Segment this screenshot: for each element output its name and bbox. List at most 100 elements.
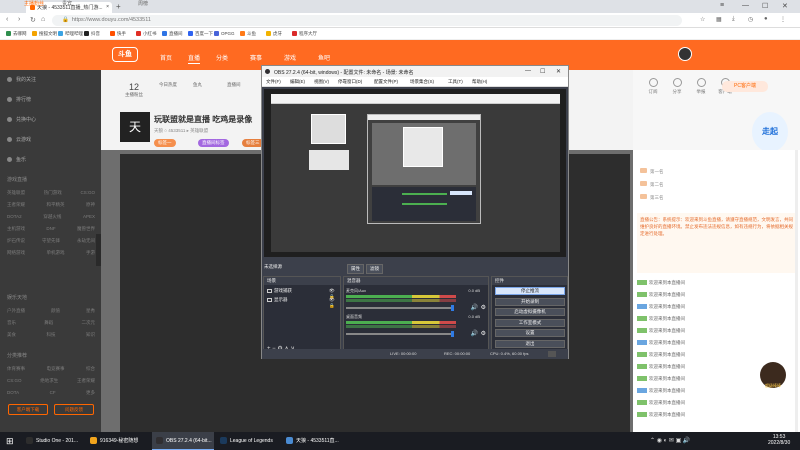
bookmark-item[interactable]: 小红书	[136, 31, 157, 37]
obs-menu-item[interactable]: 帮助(H)	[472, 79, 487, 85]
streamer-avatar[interactable]: 天	[120, 112, 150, 142]
back-button[interactable]: ‹	[6, 16, 8, 23]
bookmark-item[interactable]: 快手	[110, 31, 126, 37]
category-link[interactable]: APEX	[83, 214, 95, 220]
rank-item[interactable]: 第二名	[640, 181, 664, 188]
category-link[interactable]: 原神	[86, 202, 95, 208]
chat-tab[interactable]: 周榜	[138, 0, 148, 7]
nav-live[interactable]: 直播	[188, 53, 201, 64]
category-link[interactable]: DOTA2	[7, 214, 22, 220]
gift-character[interactable]: 超级棒棒	[760, 362, 786, 388]
category-link[interactable]: 科技	[47, 332, 56, 338]
bookmark-item[interactable]: 百度一下	[188, 31, 213, 37]
action-icon-button[interactable]: 订阅	[643, 78, 663, 95]
obs-control-button[interactable]: 设置	[495, 329, 565, 337]
category-link[interactable]: 综合	[86, 366, 95, 372]
speaker-icon[interactable]: 🔊	[471, 304, 478, 311]
category-link[interactable]: 炉石传说	[7, 238, 25, 244]
category-link[interactable]: 美食	[7, 332, 16, 338]
category-link[interactable]: 王者荣耀	[7, 202, 25, 208]
category-link[interactable]: 守望先锋	[42, 238, 60, 244]
category-link[interactable]: CF	[50, 390, 56, 396]
maximize-button[interactable]: ☐	[762, 2, 768, 10]
category-link[interactable]: 电竞赛事	[47, 366, 65, 372]
obs-menu-item[interactable]: 配置文件(P)	[374, 79, 398, 85]
obs-minimize-button[interactable]: —	[525, 68, 531, 74]
profile-icon[interactable]: ●	[764, 16, 768, 22]
visibility-eye-icon[interactable]: 👁🔒	[329, 297, 340, 309]
obs-menu-item[interactable]: 编辑(E)	[290, 79, 305, 85]
gear-icon[interactable]: ⚙	[481, 330, 486, 337]
user-avatar[interactable]	[678, 47, 692, 61]
category-link[interactable]: 舞蹈	[44, 320, 53, 326]
category-link[interactable]: 星秀	[86, 308, 95, 314]
obs-control-button[interactable]: 停止推流	[495, 287, 565, 295]
stream-stat[interactable]: 直播间	[227, 82, 241, 88]
windows-start-icon[interactable]: ⊞	[6, 436, 14, 447]
chat-scrollbar[interactable]	[795, 150, 798, 432]
bookmark-item[interactable]: 抖音	[84, 31, 100, 37]
stream-tag[interactable]: 标签一	[154, 139, 176, 147]
action-icon-button[interactable]: 举报	[691, 78, 711, 95]
nav-home[interactable]: 首页	[160, 53, 172, 62]
taskbar-app[interactable]: 916349-秘密随想	[86, 432, 150, 450]
rank-item[interactable]: 第三名	[640, 194, 664, 201]
category-link[interactable]: 热门游戏	[44, 190, 62, 196]
chat-tab[interactable]: 主播粉丝	[24, 0, 44, 7]
sidebar-item-rank[interactable]: 排行榜	[7, 96, 31, 103]
category-link[interactable]: 永劫无间	[77, 238, 95, 244]
slider-knob[interactable]	[451, 305, 454, 311]
category-link[interactable]: 单机游戏	[47, 250, 65, 256]
bookmark-item[interactable]: 去哪网	[6, 31, 27, 37]
category-link[interactable]: 知识	[86, 332, 95, 338]
nav-games[interactable]: 游戏	[284, 53, 296, 62]
history-icon[interactable]: ◷	[748, 16, 753, 23]
category-link[interactable]: CS:GO	[80, 190, 95, 196]
chat-tab[interactable]: 贵宾	[62, 0, 72, 7]
category-link[interactable]: 主机游戏	[7, 226, 25, 232]
nav-events[interactable]: 赛事	[250, 53, 262, 62]
slider-knob[interactable]	[451, 331, 454, 337]
category-link[interactable]: 魔兽世界	[77, 226, 95, 232]
more-menu-icon[interactable]: ⋮	[780, 16, 786, 23]
feedback-button[interactable]: 问题反馈	[54, 404, 94, 415]
close-window-button[interactable]: ✕	[782, 2, 788, 10]
obs-preview[interactable]	[264, 89, 566, 257]
rank-item[interactable]: 第一名	[640, 168, 664, 175]
stream-stat[interactable]: 12 主播粉丝	[125, 82, 143, 98]
browser-menu-icon[interactable]: ≡	[720, 2, 724, 9]
bookmark-star-icon[interactable]: ☆	[700, 16, 705, 23]
download-icon[interactable]: ⤓	[732, 16, 735, 23]
nav-fishbar[interactable]: 鱼吧	[318, 53, 330, 62]
obs-control-button[interactable]: 退出	[495, 339, 565, 348]
obs-maximize-button[interactable]: ☐	[540, 68, 545, 75]
stream-stat[interactable]: 鱼丸	[193, 82, 202, 88]
home-button[interactable]: ⌂	[41, 16, 45, 23]
category-link[interactable]: 体育赛事	[7, 366, 25, 372]
stream-tag[interactable]: 直播间标签	[198, 139, 229, 147]
category-link[interactable]: 颜值	[51, 308, 60, 314]
forward-button[interactable]: ›	[18, 16, 20, 23]
taskbar-app[interactable]: Studio One - 201...	[22, 432, 84, 450]
sidebar-item-fun[interactable]: 鱼乐	[7, 156, 26, 163]
obs-menu-item[interactable]: 视图(V)	[314, 79, 329, 85]
bookmark-item[interactable]: 虎牙	[266, 31, 282, 37]
action-icon-button[interactable]: 分享	[667, 78, 687, 95]
category-link[interactable]: 二次元	[82, 320, 96, 326]
bookmark-item[interactable]: 程序大厅	[292, 31, 317, 37]
category-link[interactable]: 更多	[86, 390, 95, 396]
category-link[interactable]: CS:GO	[7, 378, 22, 384]
obs-control-button[interactable]: 工作室模式	[495, 318, 565, 327]
new-tab-button[interactable]: +	[116, 2, 121, 11]
category-link[interactable]: 网络游戏	[7, 250, 25, 256]
volume-slider[interactable]	[346, 305, 454, 311]
url-input[interactable]: 🔒 https://www.douyu.com/4533511	[52, 15, 682, 26]
promo-badge[interactable]: 走起	[752, 112, 788, 152]
category-link[interactable]: 英雄联盟	[7, 190, 25, 196]
obs-menu-item[interactable]: 工具(T)	[448, 79, 463, 85]
tray-icons[interactable]: ⌃ ◉ ◐ ✉ ▣ 🔊	[650, 437, 690, 444]
category-link[interactable]: 穿越火线	[43, 214, 61, 220]
site-logo[interactable]: 斗鱼	[112, 47, 138, 62]
stream-stat[interactable]: 今日热度	[159, 82, 177, 88]
category-link[interactable]: 绝地求生	[40, 378, 58, 384]
